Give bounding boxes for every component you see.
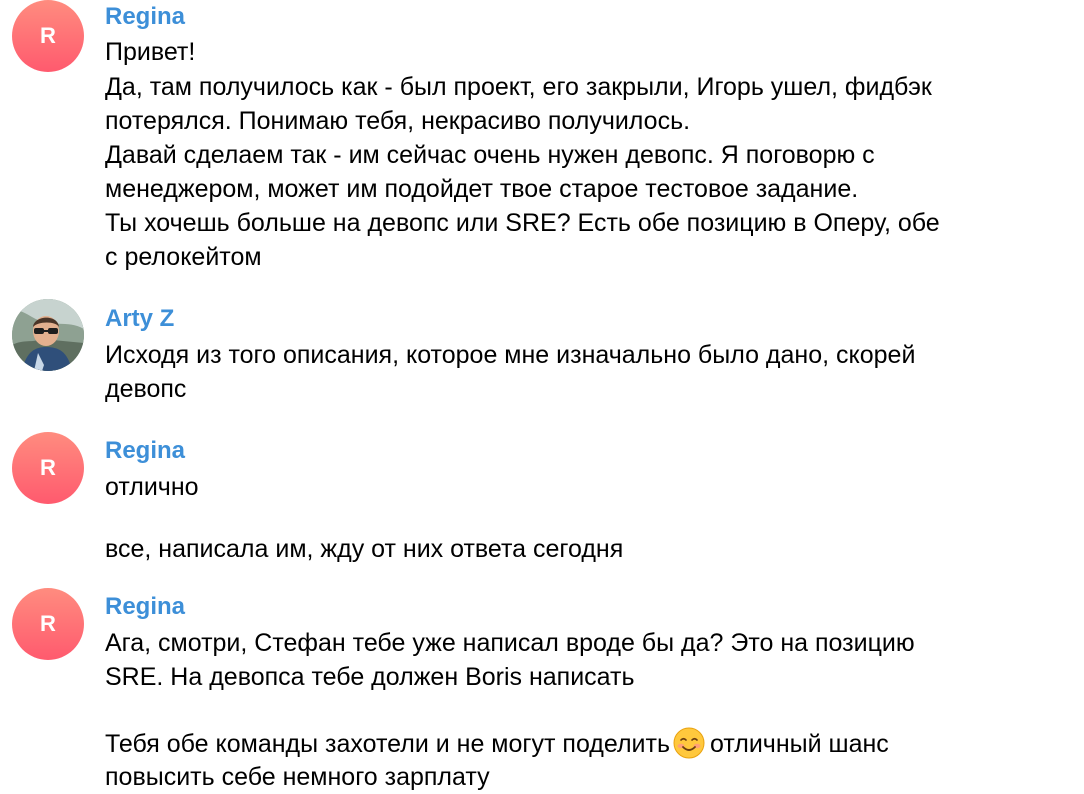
message-text-line: Исходя из того описания, которое мне изн…: [105, 341, 916, 369]
avatar[interactable]: R: [12, 432, 84, 504]
message-text-line: повысить себе немного зарплату: [105, 763, 490, 791]
message-text-line: потерялся. Понимаю тебя, некрасиво получ…: [105, 107, 691, 135]
message-text-segment: Тебя обе команды захотели и не могут под…: [105, 730, 670, 758]
message-text-line: Привет!: [105, 38, 196, 66]
message-text-line: Давай сделаем так - им сейчас очень нуже…: [105, 141, 875, 169]
message-text-line: девопс: [105, 375, 187, 403]
avatar-letter: R: [40, 611, 56, 636]
message-text-line: Ага, смотри, Стефан тебе уже написал вро…: [105, 629, 915, 657]
avatar[interactable]: R: [12, 588, 84, 660]
message-text-line: все, написала им, жду от них ответа сего…: [105, 535, 624, 563]
message-text-line: менеджером, может им подойдет твое старо…: [105, 175, 859, 203]
message-text-line: с релокейтом: [105, 243, 262, 271]
message-text-line: отлично: [105, 473, 199, 501]
message-text-line: SRE. На девопса тебе должен Boris написа…: [105, 663, 635, 691]
sender-name[interactable]: Arty Z: [105, 305, 174, 333]
smiling-face-icon: [673, 727, 705, 759]
message-text-segment: отличный шанс: [710, 730, 889, 758]
sender-name[interactable]: Regina: [105, 437, 185, 465]
message-text-line: Тебя обе команды захотели и не могут под…: [105, 726, 889, 761]
profile-photo-icon: [12, 299, 84, 371]
avatar-letter: R: [40, 23, 56, 48]
avatar[interactable]: R: [12, 0, 84, 72]
avatar-letter: R: [40, 455, 56, 480]
chat-history: R Regina Привет! Да, там получилось как …: [0, 0, 1084, 794]
message-text-line: Ты хочешь больше на девопс или SRE? Есть…: [105, 209, 940, 237]
avatar[interactable]: [12, 299, 84, 371]
message-text-line: Да, там получилось как - был проект, его…: [105, 73, 932, 101]
sender-name[interactable]: Regina: [105, 593, 185, 621]
sender-name[interactable]: Regina: [105, 3, 185, 31]
